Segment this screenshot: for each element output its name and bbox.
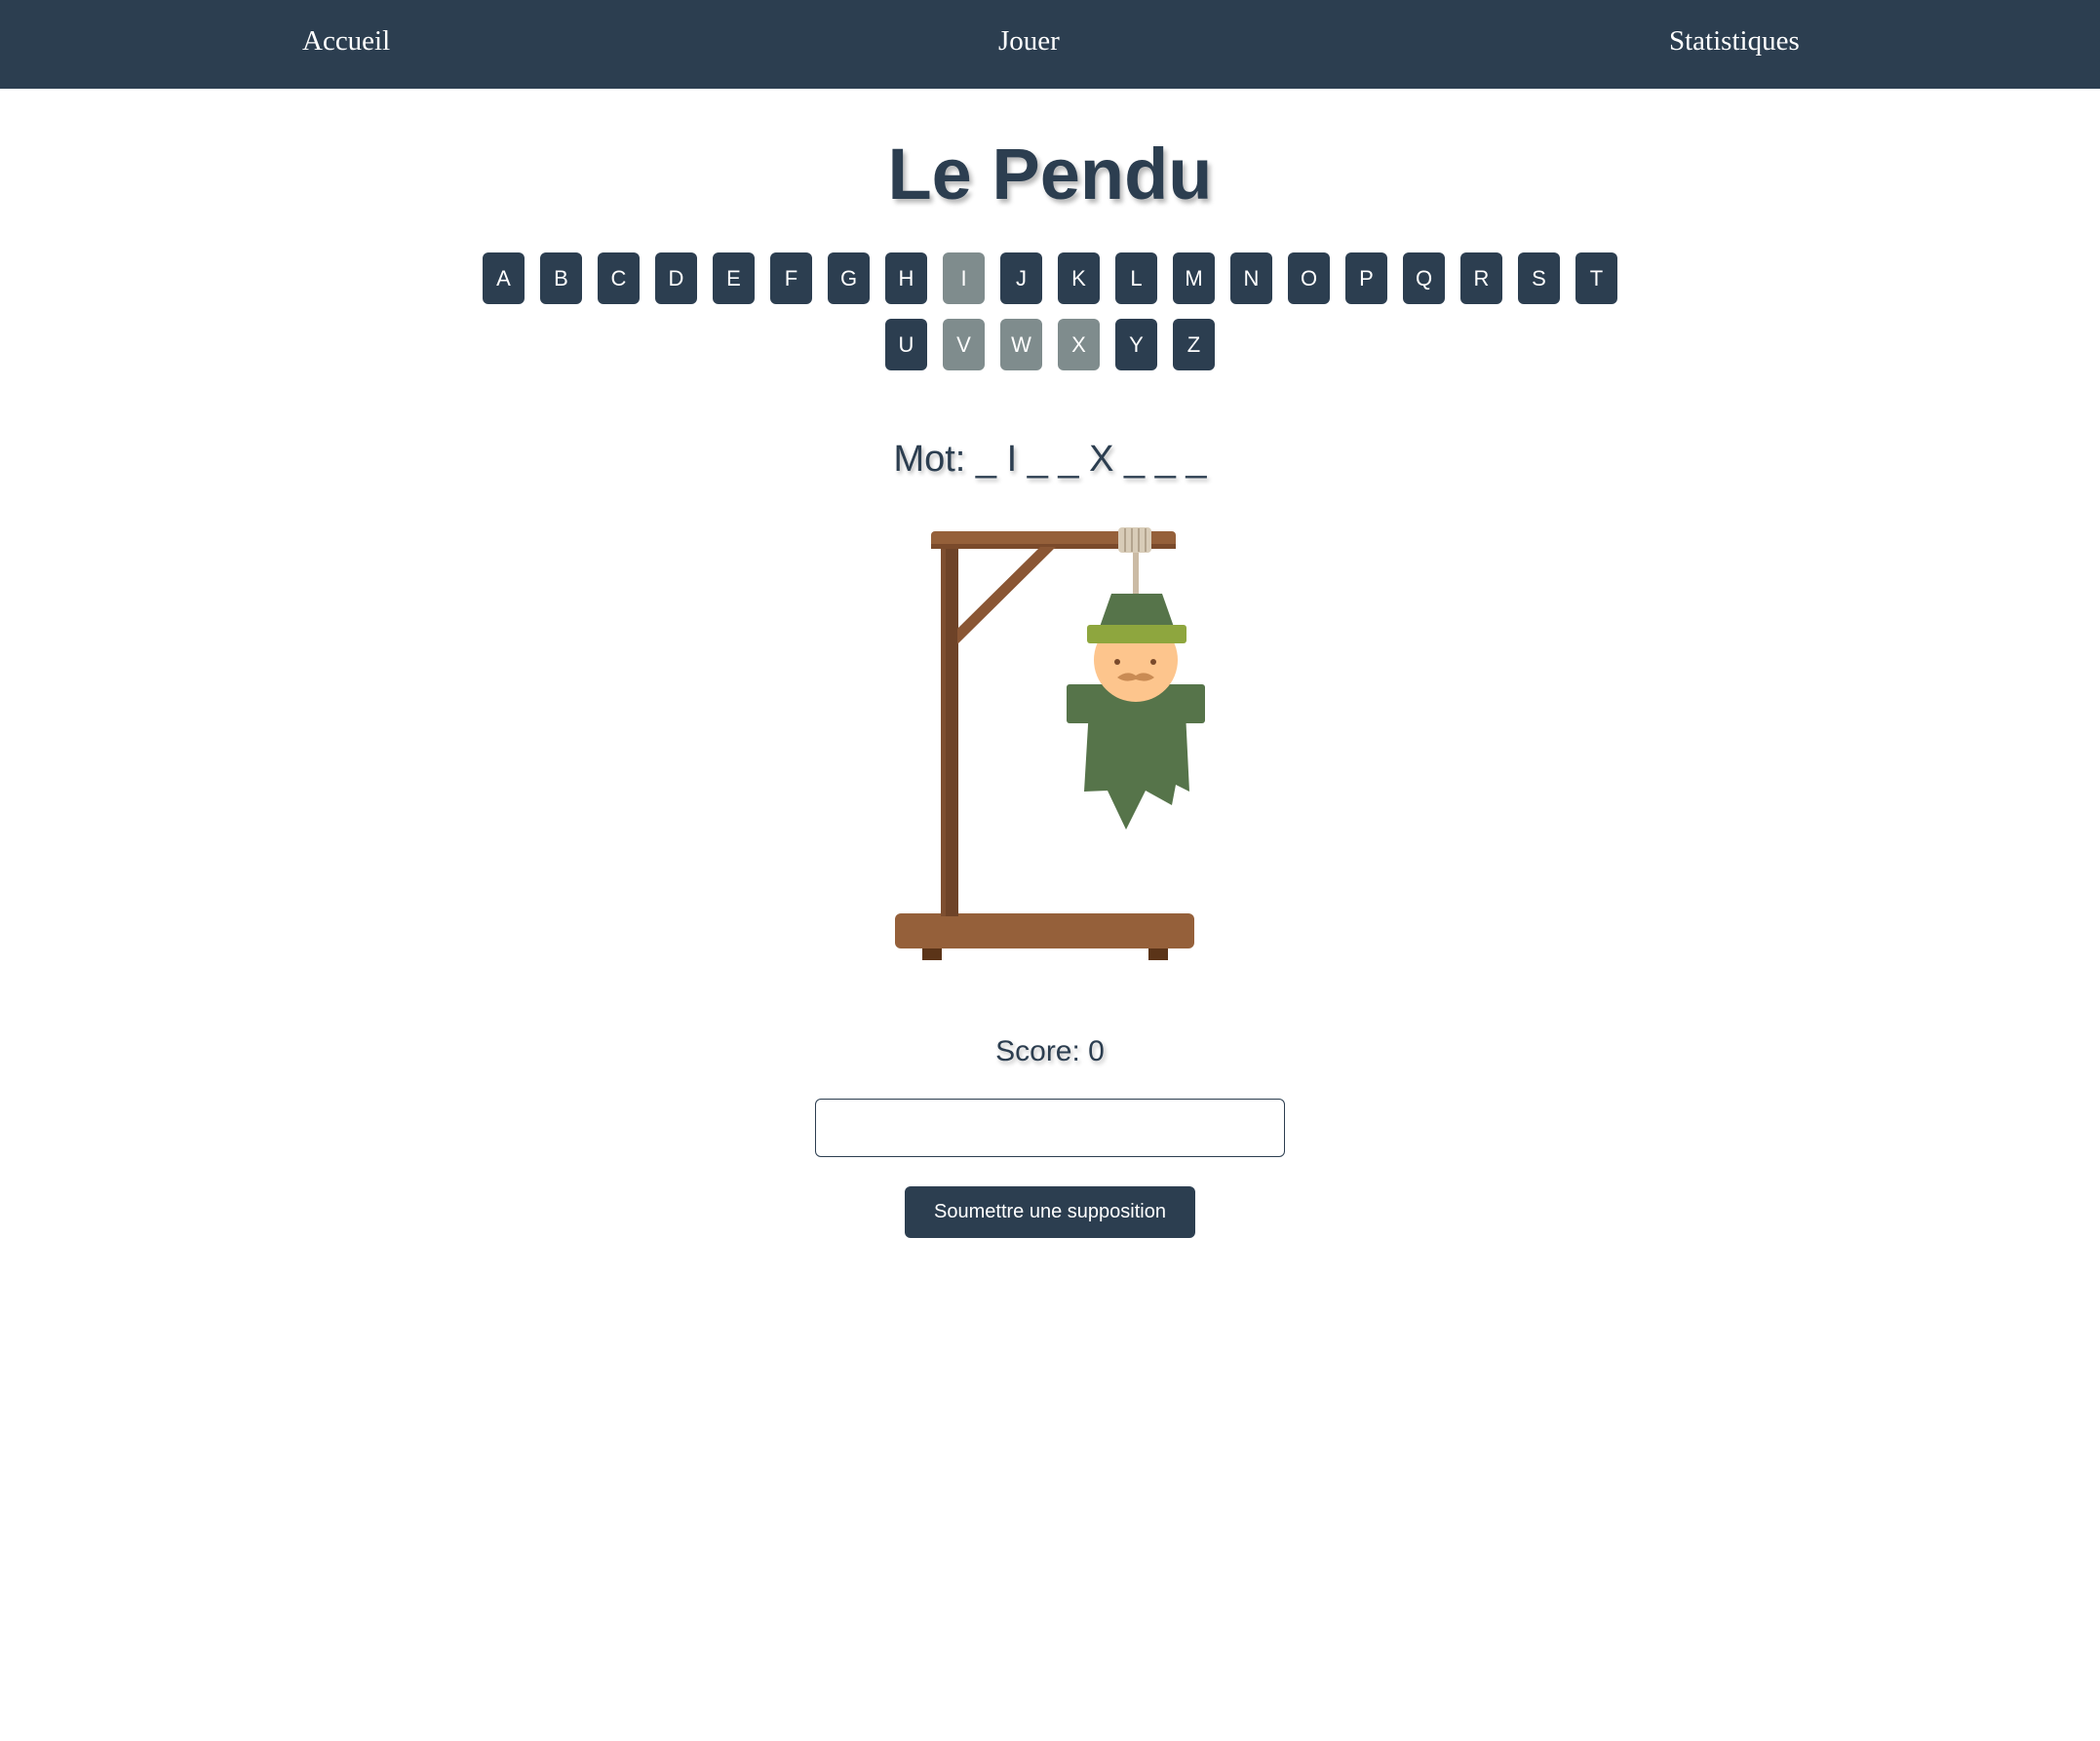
letter-key-j[interactable]: J [1000, 252, 1042, 304]
gallows-base [895, 913, 1194, 948]
letter-key-x[interactable]: X [1058, 319, 1100, 370]
letter-key-v[interactable]: V [943, 319, 985, 370]
letter-key-l[interactable]: L [1115, 252, 1157, 304]
letter-key-p[interactable]: P [1345, 252, 1387, 304]
keyboard-row-2: UVWXYZ [0, 319, 2100, 370]
letter-key-s[interactable]: S [1518, 252, 1560, 304]
letter-key-t[interactable]: T [1575, 252, 1617, 304]
nav-link-accueil[interactable]: Accueil [302, 25, 390, 58]
score-display: Score: 0 [995, 1035, 1105, 1067]
letter-key-f[interactable]: F [770, 252, 812, 304]
letter-key-o[interactable]: O [1288, 252, 1330, 304]
letter-key-i[interactable]: I [943, 252, 985, 304]
letter-key-h[interactable]: H [885, 252, 927, 304]
submit-guess-button[interactable]: Soumettre une supposition [905, 1186, 1195, 1238]
letter-key-y[interactable]: Y [1115, 319, 1157, 370]
word-display: Mot: _ I _ _ X _ _ _ [893, 439, 1207, 480]
letter-key-q[interactable]: Q [1403, 252, 1445, 304]
letter-key-m[interactable]: M [1173, 252, 1215, 304]
letter-key-e[interactable]: E [713, 252, 755, 304]
letter-key-b[interactable]: B [540, 252, 582, 304]
gallows-brace [957, 547, 1056, 644]
page-title: Le Pendu [887, 134, 1213, 214]
letter-key-w[interactable]: W [1000, 319, 1042, 370]
letter-key-d[interactable]: D [655, 252, 697, 304]
letter-key-k[interactable]: K [1058, 252, 1100, 304]
nav-link-jouer[interactable]: Jouer [998, 25, 1060, 58]
letter-key-n[interactable]: N [1230, 252, 1272, 304]
letter-key-c[interactable]: C [598, 252, 640, 304]
letter-key-z[interactable]: Z [1173, 319, 1215, 370]
keyboard-row-1: ABCDEFGHIJKLMNOPQRST [0, 252, 2100, 304]
letter-key-a[interactable]: A [483, 252, 525, 304]
guess-input[interactable] [815, 1099, 1285, 1157]
letter-key-u[interactable]: U [885, 319, 927, 370]
hanged-figure [1067, 594, 1205, 830]
letter-key-r[interactable]: R [1460, 252, 1502, 304]
hangman-drawing [895, 527, 1205, 960]
navbar: Accueil Jouer Statistiques [0, 0, 2100, 89]
nav-link-statistiques[interactable]: Statistiques [1669, 25, 1800, 58]
letter-key-g[interactable]: G [828, 252, 870, 304]
